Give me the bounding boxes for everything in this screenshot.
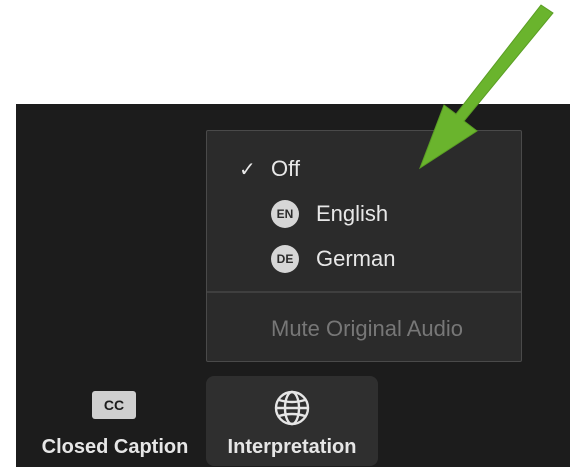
menu-divider [207, 291, 521, 293]
checkmark-icon: ✓ [239, 158, 256, 181]
menu-item-label: Off [271, 156, 300, 181]
mute-original-audio-label: Mute Original Audio [271, 316, 463, 341]
globe-icon [274, 390, 310, 426]
menu-item-label: English [316, 201, 389, 226]
closed-caption-label: Closed Caption [41, 436, 189, 458]
menu-item-german[interactable]: DE German [207, 239, 521, 279]
green-arrow-annotation [418, 4, 554, 170]
cc-icon: CC [92, 391, 136, 419]
interpretation-button[interactable]: Interpretation [206, 376, 378, 466]
language-badge-de: DE [271, 245, 299, 273]
interpretation-label: Interpretation [227, 436, 357, 458]
language-badge-en: EN [271, 200, 299, 228]
menu-item-label: German [316, 246, 396, 271]
menu-item-english[interactable]: EN English [207, 194, 521, 234]
mute-original-audio-item[interactable]: Mute Original Audio [207, 309, 521, 349]
closed-caption-button[interactable]: CC Closed Caption [30, 376, 200, 466]
